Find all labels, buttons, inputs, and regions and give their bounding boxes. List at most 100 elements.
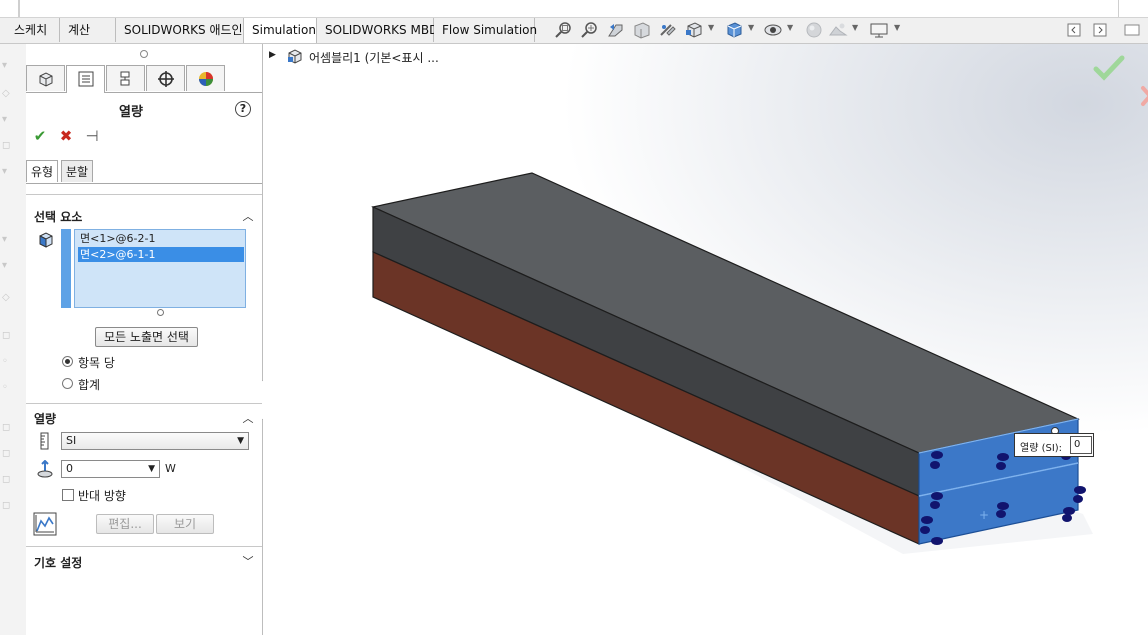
- chevron-down-icon[interactable]: ▼: [708, 23, 714, 32]
- faded-tool-icon: ◦: [2, 356, 8, 367]
- faded-command-strip: ▾ ◇ ▾ ◻ ▾ ▾ ▾ ◇ ◻ ◦ ◦ ◻ ◻ ◻ ◻: [0, 44, 27, 635]
- hide-show-items-icon[interactable]: [763, 21, 783, 39]
- chevron-down-icon[interactable]: ▼: [894, 23, 900, 32]
- face-selection-icon: [39, 232, 53, 248]
- unit-system-value: SI: [66, 434, 77, 447]
- faded-tool-icon: ◻: [2, 448, 11, 459]
- symbol-settings-title: 기호 설정: [34, 556, 83, 570]
- zoom-to-fit-icon[interactable]: [554, 21, 574, 39]
- appearance-ball-icon: [199, 72, 213, 86]
- panel-splitter-handle[interactable]: [140, 50, 148, 58]
- chevron-down-icon[interactable]: ▼: [852, 23, 858, 32]
- apply-scene-icon[interactable]: [828, 21, 848, 39]
- tab-simulation[interactable]: Simulation: [243, 18, 317, 43]
- faded-tool-icon: ◻: [2, 474, 11, 485]
- faded-tool-icon: ◻: [2, 330, 11, 341]
- section-divider: [26, 546, 262, 547]
- selection-section-title: 선택 요소: [34, 210, 83, 224]
- manager-tabs: [26, 65, 262, 93]
- chevron-up-icon[interactable]: ︿: [242, 410, 254, 425]
- tab-evaluate[interactable]: 계산: [60, 18, 116, 42]
- command-manager-tab-bar: 스케치 계산 SOLIDWORKS 애드인 Simulation SOLIDWO…: [0, 18, 1148, 44]
- part-icon: [39, 72, 53, 87]
- reverse-direction-label: 반대 방향: [78, 489, 126, 503]
- tab-flow-simulation[interactable]: Flow Simulation: [434, 18, 537, 42]
- tab-split[interactable]: 분할: [61, 160, 94, 182]
- display-style-icon[interactable]: [724, 21, 744, 39]
- time-curve-icon[interactable]: [33, 512, 57, 536]
- active-selection-indicator: [61, 229, 71, 308]
- edit-appearance-icon[interactable]: [804, 21, 824, 39]
- chevron-down-icon[interactable]: ▼: [787, 23, 793, 32]
- toolbar-cell: [19, 0, 20, 17]
- task-pane-icon[interactable]: [1122, 21, 1142, 39]
- graphics-area[interactable]: ▶ 어셈블리1 (기본<표시 ... + 열량 (SI): 0: [263, 44, 1148, 635]
- select-all-exposed-faces-button[interactable]: 모든 노출면 선택: [95, 327, 198, 347]
- tab-simulation-study-tree[interactable]: [26, 65, 65, 91]
- reverse-direction-checkbox[interactable]: [62, 489, 74, 501]
- list-resize-handle[interactable]: [157, 309, 164, 316]
- chevron-down-icon[interactable]: ▼: [748, 23, 754, 32]
- tab-property-manager[interactable]: [66, 65, 105, 93]
- tab-solidworks-addins[interactable]: SOLIDWORKS 애드인: [116, 18, 244, 42]
- faded-tool-icon: ◇: [2, 292, 10, 303]
- chevron-up-icon[interactable]: ︿: [242, 208, 254, 223]
- collapse-panel-left-icon[interactable]: [1064, 21, 1084, 39]
- heat-power-unit: W: [165, 462, 176, 475]
- tab-solidworks-mbd[interactable]: SOLIDWORKS MBD: [317, 18, 438, 42]
- edit-curve-button[interactable]: 편집...: [96, 514, 154, 534]
- faded-tool-icon: ▾: [2, 166, 8, 177]
- model-scene: +: [371, 172, 1093, 554]
- per-item-radio[interactable]: [62, 356, 73, 367]
- svg-text:+: +: [979, 508, 989, 522]
- configuration-icon: [120, 71, 130, 86]
- faded-tool-icon: ▾: [2, 114, 8, 125]
- tab-display-manager[interactable]: [186, 65, 225, 91]
- chevron-down-icon: ▼: [237, 436, 244, 446]
- dynamic-annotation-view-icon[interactable]: [658, 21, 678, 39]
- previous-view-icon[interactable]: [606, 21, 626, 39]
- section-divider: [26, 403, 262, 404]
- property-list-icon: [78, 71, 94, 87]
- unit-ruler-icon: [40, 432, 49, 450]
- top-toolbar-strip: [0, 0, 1148, 18]
- unit-system-select[interactable]: SI ▼: [61, 432, 249, 450]
- tab-configuration-manager[interactable]: [106, 65, 145, 91]
- tab-sketch[interactable]: 스케치: [6, 18, 60, 42]
- faded-tool-icon: ◦: [2, 382, 8, 393]
- heat-power-input[interactable]: 0 ▼: [61, 460, 160, 478]
- tab-dimxpert-manager[interactable]: [146, 65, 185, 91]
- per-item-label: 항목 당: [78, 356, 115, 370]
- view-settings-icon[interactable]: [869, 21, 889, 39]
- heat-power-icon: [37, 460, 53, 478]
- property-manager-title: 열량: [119, 105, 143, 120]
- zoom-to-area-icon[interactable]: [580, 21, 600, 39]
- list-item[interactable]: 면<2>@6-1-1: [78, 247, 244, 262]
- heat-power-callout[interactable]: 열량 (SI): 0: [1014, 433, 1094, 457]
- faded-tool-icon: ◻: [2, 422, 11, 433]
- property-sub-tabs: 유형 분할: [26, 159, 262, 184]
- section-divider: [26, 194, 262, 195]
- faded-tool-icon: ◇: [2, 88, 10, 99]
- total-radio[interactable]: [62, 378, 73, 389]
- faded-tool-icon: ◻: [2, 140, 11, 151]
- toolbar-cell: [0, 0, 19, 17]
- view-curve-button[interactable]: 보기: [156, 514, 214, 534]
- list-item[interactable]: 면<1>@6-2-1: [78, 231, 244, 246]
- view-orientation-icon[interactable]: [684, 21, 704, 39]
- cancel-button[interactable]: ✖: [58, 128, 74, 144]
- heat-section-title: 열량: [34, 412, 57, 426]
- callout-value[interactable]: 0: [1070, 436, 1092, 454]
- help-icon[interactable]: ?: [235, 101, 251, 117]
- faded-tool-icon: ▾: [2, 260, 8, 271]
- chevron-down-icon[interactable]: ﹀: [242, 553, 254, 568]
- selected-entities-list[interactable]: 면<1>@6-2-1 면<2>@6-1-1: [74, 229, 246, 308]
- callout-label: 열량 (SI):: [1020, 443, 1063, 454]
- expand-panel-right-icon[interactable]: [1090, 21, 1110, 39]
- tab-type[interactable]: 유형: [26, 160, 59, 182]
- section-view-icon[interactable]: [632, 21, 652, 39]
- chevron-down-icon[interactable]: ▼: [148, 461, 155, 477]
- ok-button[interactable]: ✔: [32, 128, 48, 144]
- crosshair-icon: [158, 71, 174, 87]
- keep-visible-pin-icon[interactable]: ⊣: [84, 128, 100, 144]
